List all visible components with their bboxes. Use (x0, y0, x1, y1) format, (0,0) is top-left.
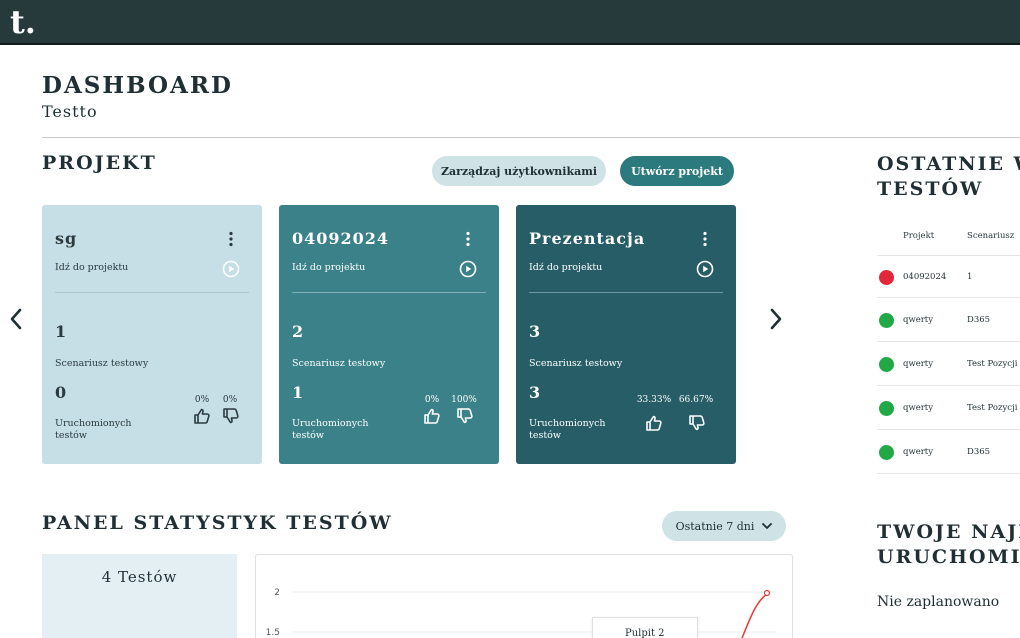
play-circle-icon[interactable] (459, 260, 477, 278)
more-options-icon[interactable] (702, 231, 708, 247)
status-passed-icon (879, 401, 894, 416)
stats-section-title: PANEL STATYSTYK TESTÓW (42, 512, 393, 534)
runs-count: 0 (55, 383, 67, 402)
status-passed-icon (879, 445, 894, 460)
page-subtitle: Testto (42, 102, 98, 121)
table-row[interactable]: qwerty D365 (877, 299, 1020, 342)
upcoming-runs-title: TWOJE NAJB URUCHOMIE (877, 520, 1020, 570)
chart-tooltip: Pulpit 2 (592, 617, 698, 638)
chevron-left-icon (10, 308, 22, 330)
upcoming-runs-title-line2: URUCHOMIE (877, 546, 1020, 568)
thumbs-up-icon (646, 415, 662, 431)
column-header-project: Projekt (903, 231, 935, 241)
project-name: sg (55, 229, 78, 248)
project-card-prezentacja[interactable]: Prezentacja Idź do projektu 3 Scenariusz… (516, 205, 736, 464)
row-project: 04092024 (903, 272, 947, 282)
line-chart: 21.5 (266, 588, 776, 638)
project-name: 04092024 (292, 229, 390, 248)
column-header-scenario: Scenariusz (967, 231, 1015, 241)
play-circle-icon[interactable] (222, 260, 240, 278)
table-row[interactable]: qwerty D365 (877, 431, 1020, 474)
recent-runs-title-line2: TESTÓW (877, 178, 984, 200)
y-tick-label: 1.5 (266, 628, 280, 638)
top-bar: t. (0, 0, 1020, 45)
table-row[interactable]: 04092024 1 (877, 255, 1020, 298)
project-card-sg[interactable]: sg Idź do projektu 1 Scenariusz testowy … (42, 205, 262, 464)
row-scenario: Test Pozycji (967, 359, 1018, 369)
row-project: qwerty (903, 403, 934, 413)
go-to-project-link[interactable]: Idź do projektu (55, 262, 128, 273)
scenarios-count: 2 (292, 322, 304, 341)
row-scenario: 1 (967, 272, 973, 282)
fail-percentage: 66.67% (678, 395, 714, 405)
card-divider (292, 292, 486, 293)
recent-runs-title: OSTATNIE W TESTÓW (877, 152, 1020, 202)
header-divider (42, 137, 1020, 138)
period-filter-label: Ostatnie 7 dni (675, 519, 755, 533)
fail-percentage: 0% (222, 395, 238, 405)
app-logo[interactable]: t. (10, 2, 36, 42)
projects-section-title: PROJEKT (42, 152, 157, 174)
scenarios-label: Scenariusz testowy (529, 358, 623, 369)
create-project-button[interactable]: Utwórz projekt (620, 156, 734, 186)
thumbs-down-icon (457, 408, 473, 424)
card-divider (529, 292, 723, 293)
runs-label: Uruchomionych testów (292, 418, 369, 441)
upcoming-runs-title-line1: TWOJE NAJB (877, 521, 1020, 543)
row-project: qwerty (903, 359, 934, 369)
thumbs-down-icon (689, 415, 705, 431)
scenarios-label: Scenariusz testowy (292, 358, 386, 369)
thumbs-up-icon (194, 408, 210, 424)
table-row[interactable]: qwerty Test Pozycji (877, 387, 1020, 430)
carousel-prev-button[interactable] (6, 306, 26, 332)
runs-count: 1 (292, 383, 304, 402)
carousel-next-button[interactable] (766, 306, 786, 332)
chevron-down-icon (762, 523, 773, 529)
chevron-right-icon (770, 308, 782, 330)
row-scenario: D365 (967, 447, 991, 457)
thumbs-up-icon (424, 408, 440, 424)
scenarios-count: 3 (529, 322, 541, 341)
pass-percentage: 33.33% (636, 395, 672, 405)
period-filter-dropdown[interactable]: Ostatnie 7 dni (662, 511, 786, 541)
total-tests-box: 4 Testów (42, 554, 237, 638)
runs-count: 3 (529, 383, 541, 402)
go-to-project-link[interactable]: Idź do projektu (529, 262, 602, 273)
status-failed-icon (879, 270, 894, 285)
manage-users-button[interactable]: Zarządzaj użytkownikami (432, 156, 606, 186)
y-tick-label: 2 (274, 588, 280, 598)
more-options-icon[interactable] (465, 231, 471, 247)
scenarios-label: Scenariusz testowy (55, 358, 149, 369)
status-passed-icon (879, 357, 894, 372)
go-to-project-link[interactable]: Idź do projektu (292, 262, 365, 273)
runs-label: Uruchomionych testów (529, 418, 606, 441)
row-project: qwerty (903, 315, 934, 325)
recent-runs-title-line1: OSTATNIE W (877, 153, 1020, 175)
card-divider (55, 292, 249, 293)
stats-chart: 2 1.5 (255, 554, 793, 638)
more-options-icon[interactable] (228, 231, 234, 247)
play-circle-icon[interactable] (696, 260, 714, 278)
runs-label: Uruchomionych testów (55, 418, 132, 441)
no-scheduled-text: Nie zaplanowano (877, 594, 1000, 610)
series-point (763, 589, 771, 597)
row-scenario: D365 (967, 315, 991, 325)
row-scenario: Test Pozycji (967, 403, 1018, 413)
scenarios-count: 1 (55, 322, 67, 341)
project-name: Prezentacja (529, 229, 646, 248)
series-line (741, 593, 768, 638)
row-project: qwerty (903, 447, 934, 457)
total-tests-label: 4 Testów (101, 568, 178, 586)
thumbs-down-icon (223, 408, 239, 424)
page-title: DASHBOARD (42, 72, 233, 99)
project-card-04092024[interactable]: 04092024 Idź do projektu 2 Scenariusz te… (279, 205, 499, 464)
fail-percentage: 100% (451, 395, 477, 405)
status-passed-icon (879, 313, 894, 328)
table-row[interactable]: qwerty Test Pozycji (877, 343, 1020, 386)
